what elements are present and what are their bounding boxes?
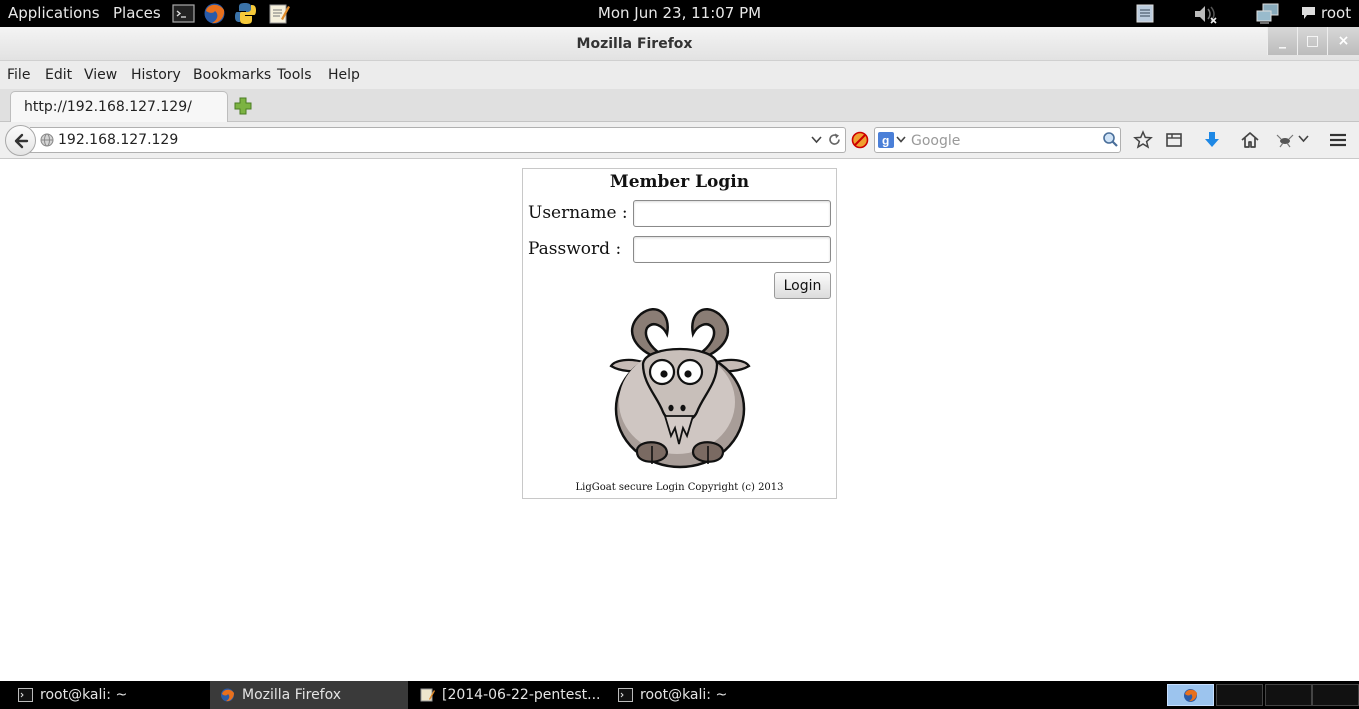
login-button[interactable]: Login	[774, 272, 831, 299]
menu-help[interactable]: Help	[328, 67, 360, 83]
google-engine-icon[interactable]: g	[878, 132, 894, 148]
network-icon[interactable]	[1256, 3, 1280, 24]
chat-status-icon[interactable]	[1301, 6, 1316, 20]
minimize-button[interactable]: _	[1267, 27, 1297, 55]
menu-history[interactable]: History	[131, 67, 181, 83]
goat-logo-image	[609, 308, 751, 469]
downloads-icon[interactable]	[1202, 130, 1222, 150]
firefox-icon	[1184, 689, 1197, 702]
hamburger-menu-icon[interactable]	[1328, 130, 1348, 150]
python-launcher-icon[interactable]	[234, 2, 257, 25]
workspace-4[interactable]	[1312, 684, 1359, 706]
taskbar-item-label: [2014-06-22-pentest...	[442, 687, 601, 703]
taskbar: root@kali: ~ Mozilla Firefox [2014-06-22…	[0, 681, 1359, 709]
url-bar[interactable]: 192.168.127.129	[30, 127, 846, 153]
taskbar-item-text-editor[interactable]: [2014-06-22-pentest...	[410, 681, 608, 709]
workspace-3[interactable]	[1265, 684, 1312, 706]
clipboard-icon[interactable]	[1136, 4, 1154, 23]
top-panel: Applications Places Mon Jun 23, 11:07 PM	[0, 0, 1359, 27]
username-input[interactable]	[633, 200, 831, 227]
window-title: Mozilla Firefox	[576, 36, 693, 52]
reload-icon[interactable]	[827, 132, 842, 147]
menu-file[interactable]: File	[7, 67, 30, 83]
firefox-icon	[221, 688, 234, 702]
engine-dropdown-icon[interactable]	[896, 136, 906, 143]
taskbar-item-label: root@kali: ~	[40, 687, 128, 703]
taskbar-item-label: Mozilla Firefox	[242, 687, 342, 703]
window-titlebar[interactable]: Mozilla Firefox _ □ ×	[0, 27, 1359, 61]
menu-tools[interactable]: Tools	[277, 67, 312, 83]
search-bar[interactable]: g Google	[874, 127, 1121, 153]
taskbar-item-terminal-2[interactable]: root@kali: ~	[608, 681, 806, 709]
home-icon[interactable]	[1240, 130, 1260, 150]
applications-menu[interactable]: Applications	[8, 4, 100, 22]
places-menu[interactable]: Places	[113, 4, 161, 22]
terminal-icon	[618, 688, 633, 702]
search-input[interactable]: Google	[911, 133, 960, 149]
back-button[interactable]	[5, 125, 36, 156]
password-label: Password :	[528, 239, 622, 259]
username-label: Username :	[528, 203, 628, 223]
tab-strip: http://192.168.127.129/	[0, 89, 1359, 123]
page-content: Member Login Username : Password : Login	[0, 160, 1359, 681]
search-icon[interactable]	[1102, 131, 1119, 148]
password-input[interactable]	[633, 236, 831, 263]
login-form: Member Login Username : Password : Login	[522, 168, 837, 499]
login-title: Member Login	[609, 172, 750, 192]
user-menu[interactable]: root	[1321, 4, 1351, 22]
taskbar-item-label: root@kali: ~	[640, 687, 728, 703]
globe-icon[interactable]	[40, 133, 54, 147]
workspace-2[interactable]	[1216, 684, 1263, 706]
menu-bar: File Edit View History Bookmarks Tools H…	[0, 61, 1359, 89]
terminal-icon	[18, 688, 33, 702]
svg-text:g: g	[882, 134, 889, 148]
workspace-1[interactable]	[1167, 684, 1214, 706]
tab-active[interactable]: http://192.168.127.129/	[10, 91, 228, 123]
back-arrow-icon	[14, 133, 29, 149]
menu-bookmarks[interactable]: Bookmarks	[193, 67, 271, 83]
close-button[interactable]: ×	[1327, 27, 1359, 55]
taskbar-item-terminal-1[interactable]: root@kali: ~	[8, 681, 206, 709]
menu-view[interactable]: View	[84, 67, 117, 83]
addon-fly-icon[interactable]	[1275, 130, 1295, 150]
maximize-button[interactable]: □	[1297, 27, 1327, 55]
noscript-icon[interactable]	[851, 131, 869, 149]
terminal-launcher-icon[interactable]	[172, 2, 195, 25]
bookmark-star-icon[interactable]	[1133, 130, 1153, 150]
taskbar-item-firefox[interactable]: Mozilla Firefox	[210, 681, 408, 709]
text-editor-launcher-icon[interactable]	[267, 2, 290, 25]
navigation-bar: 192.168.127.129 g Google	[0, 122, 1359, 159]
text-editor-icon	[420, 688, 435, 702]
bookmarks-menu-icon[interactable]	[1164, 130, 1184, 150]
addon-dropdown-icon[interactable]	[1298, 135, 1309, 143]
new-tab-icon[interactable]	[233, 96, 253, 116]
volume-muted-icon[interactable]	[1193, 3, 1219, 25]
url-history-dropdown-icon[interactable]	[811, 136, 822, 144]
copyright-text: LigGoat secure Login Copyright (c) 2013	[575, 482, 784, 493]
menu-edit[interactable]: Edit	[45, 67, 72, 83]
tab-label: http://192.168.127.129/	[24, 99, 192, 115]
url-text[interactable]: 192.168.127.129	[58, 132, 178, 148]
firefox-launcher-icon[interactable]	[203, 2, 226, 25]
